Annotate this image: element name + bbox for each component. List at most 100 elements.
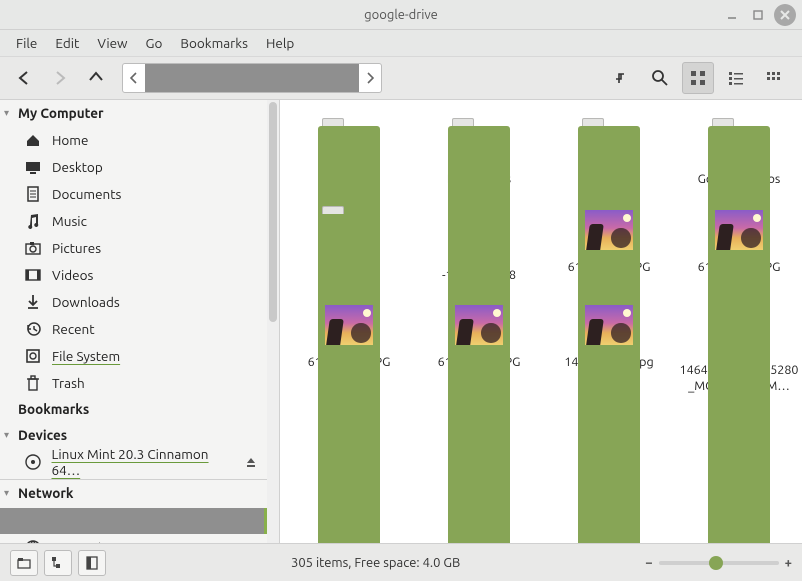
image-thumbnail-icon — [451, 301, 507, 349]
toggle-location-button[interactable] — [606, 62, 638, 94]
file-item[interactable]: Documents — [414, 118, 544, 188]
image-thumbnail-icon — [321, 301, 377, 349]
arrow-up-icon — [87, 69, 105, 87]
menu-edit[interactable]: Edit — [47, 32, 87, 54]
sidebar-item-desktop[interactable]: Desktop — [0, 153, 279, 180]
folder-icon — [318, 206, 380, 254]
file-item[interactable]: GetMyOS — [544, 118, 674, 188]
caret-right-icon — [366, 72, 374, 84]
zoom-out-icon: − — [645, 556, 652, 570]
sidebar-section-my-computer[interactable]: ▾ My Computer — [0, 100, 279, 126]
sidebar-item-recent[interactable]: Recent — [0, 315, 279, 342]
sidebar-section-network[interactable]: ▾ Network — [0, 480, 279, 506]
status-text: 305 items, Free space: 4.0 GB — [112, 556, 639, 570]
tree-icon — [51, 556, 65, 570]
chevron-down-icon: ▾ — [4, 107, 18, 119]
eject-button[interactable] — [245, 456, 257, 468]
nav-up-button[interactable] — [80, 62, 112, 94]
sidebar-item-network[interactable]: Network — [0, 534, 279, 543]
path-current-segment[interactable] — [145, 64, 359, 92]
sidebar-item-device-disc[interactable]: Linux Mint 20.3 Cinnamon 64… — [0, 448, 279, 475]
zoom-in-icon: + — [785, 556, 792, 570]
sidebar-item-music[interactable]: Music — [0, 207, 279, 234]
statusbar: 305 items, Free space: 4.0 GB − + — [0, 543, 802, 581]
view-icons-button[interactable] — [682, 62, 714, 94]
sidebar-item-home[interactable]: Home — [0, 126, 279, 153]
image-thumbnail-icon — [711, 206, 767, 254]
file-item[interactable]: Google Photos — [674, 118, 802, 188]
menubar: File Edit View Go Bookmarks Help — [0, 30, 802, 56]
list-view-icon — [728, 70, 744, 86]
chevron-down-icon: ▾ — [4, 429, 18, 441]
filesystem-icon — [24, 349, 42, 363]
sidebar-item-videos[interactable]: Videos — [0, 261, 279, 288]
sidebar-scrollbar[interactable] — [267, 100, 279, 543]
places-toggle-button[interactable] — [10, 550, 38, 576]
tree-toggle-button[interactable] — [44, 550, 72, 576]
image-thumbnail-icon — [581, 206, 637, 254]
window-title: google-drive — [364, 8, 438, 22]
section-label: My Computer — [18, 105, 104, 121]
sidebar-item-downloads[interactable]: Downloads — [0, 288, 279, 315]
menu-go[interactable]: Go — [138, 32, 171, 54]
desktop-icon — [24, 160, 42, 174]
search-button[interactable] — [644, 62, 676, 94]
sidebar-item-filesystem[interactable]: File System — [0, 342, 279, 369]
sidebar-item-trash[interactable]: Trash — [0, 369, 279, 396]
recent-icon — [24, 321, 42, 337]
sidebar-section-devices[interactable]: ▾ Devices — [0, 422, 279, 448]
zoom-slider[interactable]: − + — [645, 556, 792, 570]
panel-icon — [86, 556, 98, 570]
maximize-button[interactable] — [748, 5, 768, 25]
documents-icon — [24, 186, 42, 202]
section-label: Network — [18, 485, 73, 501]
home-icon — [24, 133, 42, 147]
network-icon — [24, 540, 42, 544]
close-sidebar-button[interactable] — [78, 550, 106, 576]
compact-view-icon — [766, 70, 782, 86]
sidebar-section-bookmarks[interactable]: Bookmarks — [0, 396, 279, 422]
menu-help[interactable]: Help — [258, 32, 302, 54]
pictures-icon — [24, 241, 42, 255]
minimize-button[interactable] — [722, 5, 742, 25]
downloads-icon — [24, 294, 42, 310]
sidebar-item-documents[interactable]: Documents — [0, 180, 279, 207]
folder-icon — [578, 118, 640, 166]
folder-icon — [448, 118, 510, 166]
grid-view-icon — [690, 70, 706, 86]
path-bar[interactable] — [122, 63, 382, 93]
section-label: Bookmarks — [18, 401, 89, 417]
toolbar — [0, 56, 802, 100]
nav-forward-button[interactable] — [44, 62, 76, 94]
folder-icon — [318, 118, 380, 166]
menu-file[interactable]: File — [8, 32, 45, 54]
view-compact-button[interactable] — [758, 62, 790, 94]
caret-left-icon — [130, 72, 138, 84]
folder-small-icon — [17, 557, 31, 569]
chevron-down-icon: ▾ — [4, 487, 18, 499]
nav-back-button[interactable] — [8, 62, 40, 94]
menu-bookmarks[interactable]: Bookmarks — [172, 32, 256, 54]
disc-icon — [24, 454, 42, 470]
folder-icon — [708, 118, 770, 166]
arrow-right-icon — [51, 69, 69, 87]
titlebar: google-drive — [0, 0, 802, 30]
music-icon — [24, 213, 42, 229]
menu-view[interactable]: View — [89, 32, 135, 54]
trash-icon — [24, 375, 42, 391]
file-item[interactable]: Images — [284, 206, 414, 284]
file-item[interactable]: 215-218 — [284, 118, 414, 188]
search-icon — [651, 69, 669, 87]
location-toggle-icon — [613, 69, 631, 87]
sidebar-item-selected[interactable] — [0, 508, 279, 534]
close-button[interactable] — [774, 4, 796, 26]
sidebar: ▾ My Computer Home Desktop Documents Mus… — [0, 100, 280, 543]
arrow-left-icon — [15, 69, 33, 87]
path-next-button[interactable] — [359, 64, 381, 92]
path-prev-button[interactable] — [123, 64, 145, 92]
file-grid[interactable]: 215-218DocumentsGetMyOSGoogle Photos Imag… — [280, 100, 802, 543]
videos-icon — [24, 268, 42, 282]
section-label: Devices — [18, 427, 67, 443]
view-list-button[interactable] — [720, 62, 752, 94]
sidebar-item-pictures[interactable]: Pictures — [0, 234, 279, 261]
